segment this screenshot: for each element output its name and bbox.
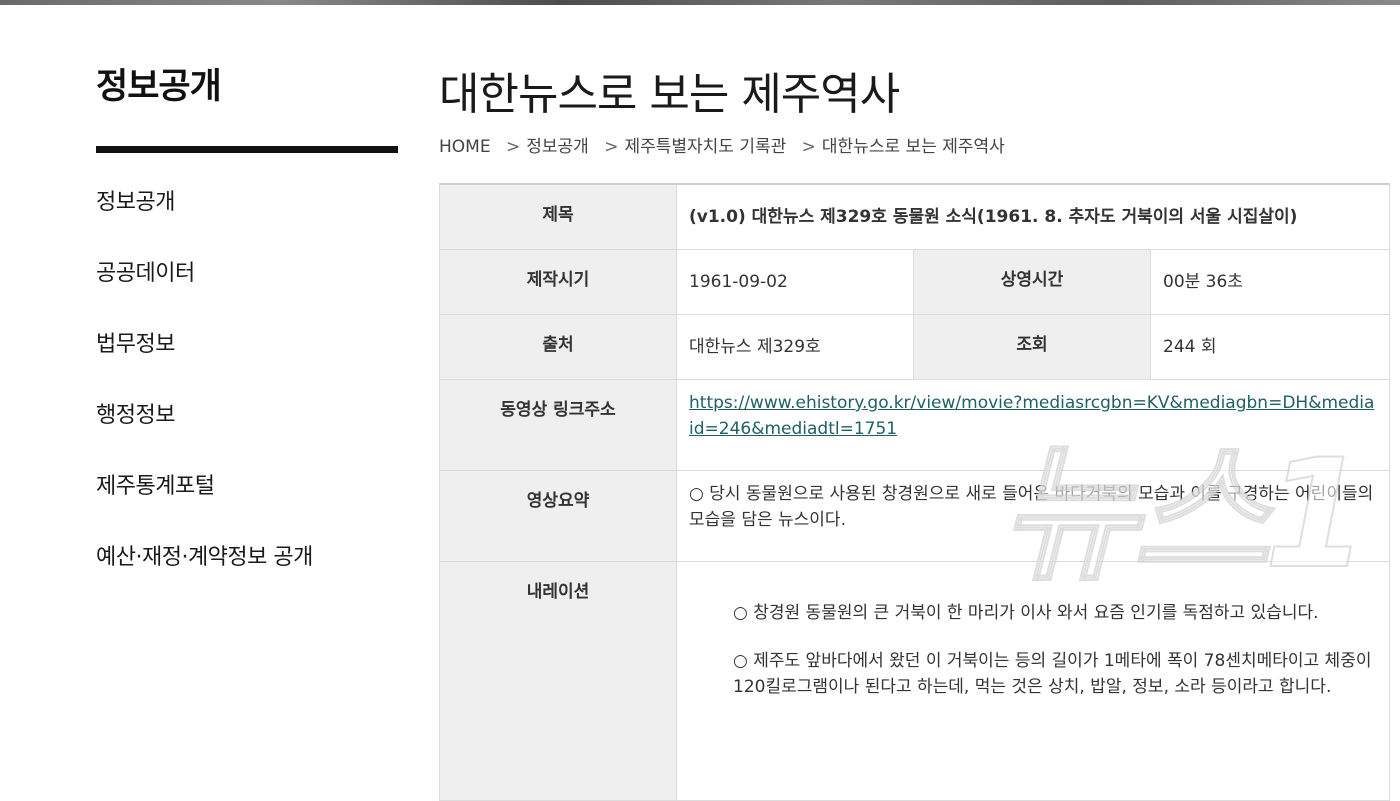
table-row: 내레이션 ○ 창경원 동물원의 큰 거북이 한 마리가 이사 와서 요즘 인기를… — [439, 561, 1391, 801]
video-link[interactable]: https://www.ehistory.go.kr/view/movie?me… — [689, 393, 1374, 439]
table-row: 제작시기 1961-09-02 상영시간 00분 36초 — [439, 249, 1391, 315]
sidebar-item-public-data[interactable]: 공공데이터 — [96, 255, 313, 326]
sidebar-item-statistics-portal[interactable]: 제주통계포털 — [96, 468, 313, 539]
title-label: 제목 — [439, 183, 677, 250]
sidebar-divider — [96, 146, 398, 153]
sidebar-menu: 정보공개 공공데이터 법무정보 행정정보 제주통계포털 예산·재정·계약정보 공… — [96, 184, 313, 610]
summary-label: 영상요약 — [439, 470, 677, 562]
breadcrumb: HOME > 정보공개 > 제주특별자치도 기록관 > 대한뉴스로 보는 제주역사 — [439, 132, 1005, 157]
source-value: 대한뉴스 제329호 — [676, 314, 914, 380]
date-label: 제작시기 — [439, 249, 677, 315]
narration-label: 내레이션 — [439, 561, 677, 801]
narration-paragraph: ○ 제주도 앞바다에서 왔던 이 거북이는 등의 길이가 1메타에 폭이 78센… — [733, 651, 1372, 697]
table-row: 제목 (v1.0) 대한뉴스 제329호 동물원 소식(1961. 8. 추자도… — [439, 183, 1391, 250]
runtime-value: 00분 36초 — [1149, 249, 1391, 315]
breadcrumb-info-disclosure[interactable]: 정보공개 — [526, 137, 589, 157]
breadcrumb-home[interactable]: HOME — [439, 137, 491, 157]
views-label: 조회 — [913, 314, 1151, 380]
top-banner-strip — [0, 0, 1400, 5]
table-row: 동영상 링크주소 https://www.ehistory.go.kr/view… — [439, 379, 1391, 471]
sidebar-item-admin-info[interactable]: 행정정보 — [96, 397, 313, 468]
table-row: 영상요약 ○ 당시 동물원으로 사용된 창경원으로 새로 들어온 바다거북의 모… — [439, 470, 1391, 562]
date-value: 1961-09-02 — [676, 249, 914, 315]
sidebar-item-legal-info[interactable]: 법무정보 — [96, 326, 313, 397]
views-value: 244 회 — [1149, 314, 1391, 380]
breadcrumb-separator: > — [505, 137, 521, 157]
summary-value: ○ 당시 동물원으로 사용된 창경원으로 새로 들어온 바다거북의 모습과 이를… — [675, 470, 1391, 562]
breadcrumb-separator: > — [801, 137, 816, 157]
breadcrumb-current[interactable]: 대한뉴스로 보는 제주역사 — [822, 137, 1005, 157]
video-link-label: 동영상 링크주소 — [439, 379, 677, 471]
breadcrumb-archive[interactable]: 제주특별자치도 기록관 — [624, 137, 786, 157]
title-value: (v1.0) 대한뉴스 제329호 동물원 소식(1961. 8. 추자도 거북… — [675, 183, 1391, 250]
sidebar-title: 정보공개 — [96, 67, 222, 107]
sidebar-item-info-disclosure[interactable]: 정보공개 — [96, 184, 313, 255]
breadcrumb-separator: > — [604, 137, 619, 157]
narration-paragraph: ○ 창경원 동물원의 큰 거북이 한 마리가 이사 와서 요즘 인기를 독점하고… — [733, 603, 1319, 623]
source-label: 출처 — [439, 314, 677, 380]
detail-table: 제목 (v1.0) 대한뉴스 제329호 동물원 소식(1961. 8. 추자도… — [439, 183, 1391, 801]
sidebar-item-budget-info[interactable]: 예산·재정·계약정보 공개 — [96, 539, 313, 610]
table-row: 출처 대한뉴스 제329호 조회 244 회 — [439, 314, 1391, 380]
video-link-cell: https://www.ehistory.go.kr/view/movie?me… — [675, 379, 1391, 471]
page-title: 대한뉴스로 보는 제주역사 — [439, 69, 900, 120]
runtime-label: 상영시간 — [913, 249, 1151, 315]
narration-value: ○ 창경원 동물원의 큰 거북이 한 마리가 이사 와서 요즘 인기를 독점하고… — [675, 561, 1391, 801]
